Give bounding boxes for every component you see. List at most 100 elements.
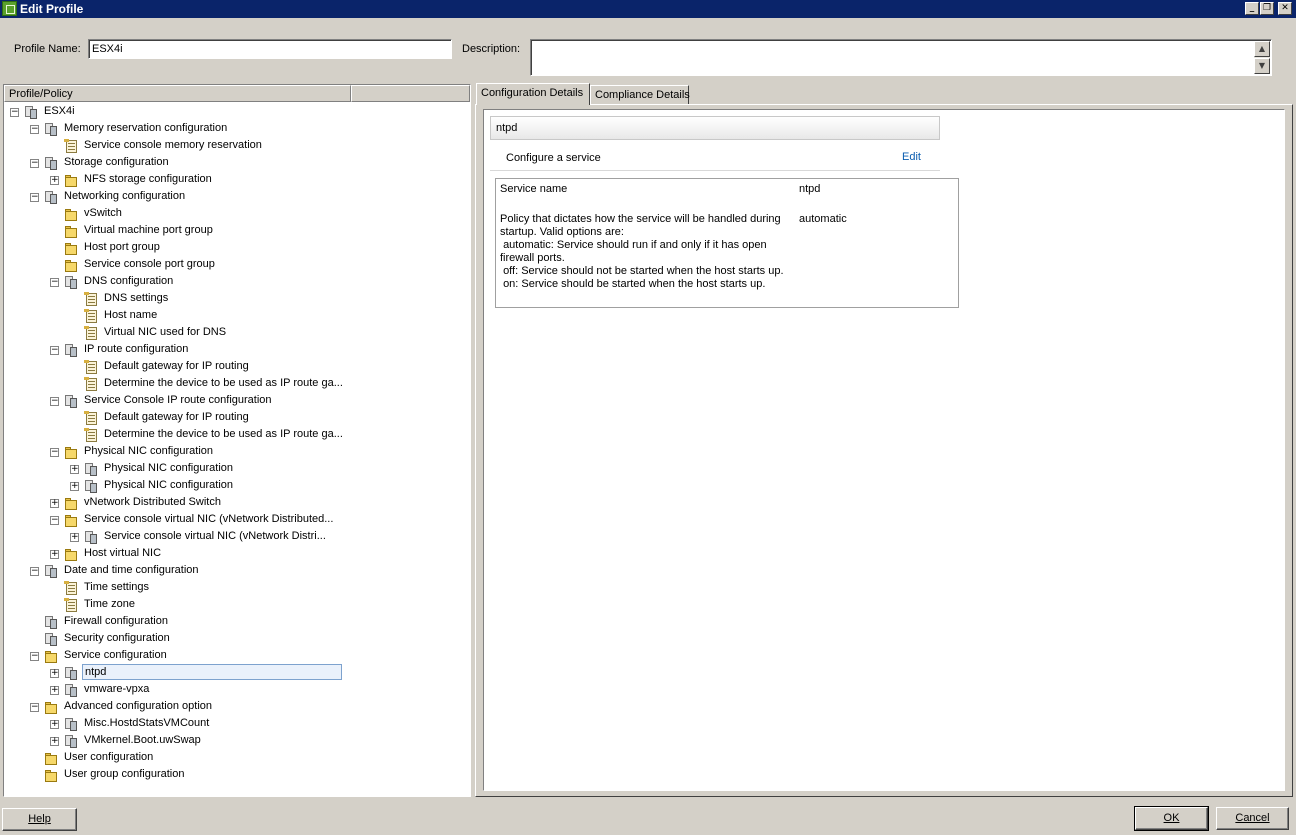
- tree-row[interactable]: Default gateway for IP routing: [4, 410, 470, 427]
- minimize-button[interactable]: _: [1245, 2, 1259, 15]
- collapse-icon[interactable]: −: [50, 397, 59, 406]
- tree-row[interactable]: + vmware-vpxa: [4, 682, 470, 699]
- tree-item-label: Physical NIC configuration: [104, 462, 234, 474]
- policy-icon: [84, 411, 98, 426]
- policy-icon: [64, 139, 78, 154]
- service-details-box: Service name ntpd Policy that dictates h…: [495, 178, 959, 308]
- tree-row[interactable]: − Service console virtual NIC (vNetwork D…: [4, 512, 470, 529]
- scroll-up-icon[interactable]: ▲: [1254, 41, 1270, 57]
- tree-row[interactable]: User configuration: [4, 750, 470, 767]
- collapse-icon[interactable]: −: [50, 448, 59, 457]
- collapse-icon[interactable]: −: [30, 193, 39, 202]
- profile-icon: [44, 156, 58, 171]
- expand-icon[interactable]: +: [70, 465, 79, 474]
- divider: [490, 170, 940, 171]
- tree-row[interactable]: Service console memory reservation: [4, 138, 470, 155]
- collapse-icon[interactable]: −: [50, 346, 59, 355]
- tree-row[interactable]: Determine the device to be used as IP ro…: [4, 427, 470, 444]
- tree-row[interactable]: − DNS configuration: [4, 274, 470, 291]
- close-button[interactable]: ✕: [1278, 2, 1292, 15]
- policy-icon: [84, 428, 98, 443]
- tree-row[interactable]: + VMkernel.Boot.uwSwap: [4, 733, 470, 750]
- tree-row[interactable]: + ntpd: [4, 664, 470, 682]
- tree-row[interactable]: + Service console virtual NIC (vNetwork D…: [4, 529, 470, 546]
- profile-name-field[interactable]: [88, 39, 452, 59]
- tree-row[interactable]: − Networking configuration: [4, 189, 470, 206]
- expand-icon[interactable]: +: [50, 176, 59, 185]
- tree-row[interactable]: − ESX4i: [4, 104, 470, 121]
- tree-item-label: Virtual machine port group: [84, 224, 213, 236]
- expand-icon[interactable]: +: [50, 499, 59, 508]
- column-header-profile-policy[interactable]: Profile/Policy: [4, 85, 351, 102]
- tree-row[interactable]: Host name: [4, 308, 470, 325]
- tree-row[interactable]: Default gateway for IP routing: [4, 359, 470, 376]
- ok-button[interactable]: OK: [1134, 806, 1209, 831]
- service-name-key: Service name: [500, 183, 568, 195]
- tree-row[interactable]: − IP route configuration: [4, 342, 470, 359]
- scroll-down-icon[interactable]: ▼: [1254, 58, 1270, 74]
- column-header-blank[interactable]: [351, 85, 470, 102]
- tree-row[interactable]: + vNetwork Distributed Switch: [4, 495, 470, 512]
- profile-icon: [44, 615, 58, 630]
- tree-row[interactable]: vSwitch: [4, 206, 470, 223]
- collapse-icon[interactable]: −: [30, 703, 39, 712]
- expand-icon[interactable]: +: [70, 533, 79, 542]
- expand-icon[interactable]: +: [50, 737, 59, 746]
- tree-row[interactable]: DNS settings: [4, 291, 470, 308]
- expand-icon[interactable]: +: [50, 550, 59, 559]
- tree-row[interactable]: Determine the device to be used as IP ro…: [4, 376, 470, 393]
- app-icon: [2, 1, 17, 16]
- tree-row[interactable]: − Memory reservation configuration: [4, 121, 470, 138]
- restore-button[interactable]: ❐: [1260, 2, 1274, 15]
- tree-row[interactable]: − Service configuration: [4, 648, 470, 665]
- collapse-icon[interactable]: −: [30, 652, 39, 661]
- tree-row[interactable]: Time zone: [4, 597, 470, 614]
- tree-row[interactable]: Virtual NIC used for DNS: [4, 325, 470, 342]
- tree-row[interactable]: + NFS storage configuration: [4, 172, 470, 189]
- edit-link[interactable]: Edit: [902, 151, 921, 163]
- profile-tree-panel[interactable]: Profile/Policy − ESX4i − Memory reservation…: [3, 84, 471, 797]
- details-inner: ntpd Configure a service Edit Service na…: [483, 109, 1285, 791]
- description-field[interactable]: ▲ ▼: [530, 39, 1272, 76]
- tree-item-label: NFS storage configuration: [84, 173, 212, 185]
- expand-icon[interactable]: +: [50, 686, 59, 695]
- collapse-icon[interactable]: −: [10, 108, 19, 117]
- collapse-icon[interactable]: −: [50, 516, 59, 525]
- tree-row[interactable]: Firewall configuration: [4, 614, 470, 631]
- description-scrollbar[interactable]: ▲ ▼: [1254, 41, 1270, 74]
- profile-name-input[interactable]: [89, 40, 451, 58]
- tree-row[interactable]: + Host virtual NIC: [4, 546, 470, 563]
- tree-row[interactable]: − Date and time configuration: [4, 563, 470, 580]
- cancel-button[interactable]: Cancel: [1216, 807, 1289, 830]
- expand-icon[interactable]: +: [50, 669, 59, 678]
- tree-row[interactable]: Host port group: [4, 240, 470, 257]
- help-button[interactable]: Help: [2, 808, 77, 831]
- tree-row[interactable]: − Storage configuration: [4, 155, 470, 172]
- expand-icon[interactable]: +: [50, 720, 59, 729]
- window-title: Edit Profile: [20, 2, 84, 16]
- tree-row[interactable]: Service console port group: [4, 257, 470, 274]
- tree-row[interactable]: User group configuration: [4, 767, 470, 784]
- tree-row[interactable]: Time settings: [4, 580, 470, 597]
- tree-row[interactable]: + Physical NIC configuration: [4, 461, 470, 478]
- tree-row[interactable]: + Misc.HostdStatsVMCount: [4, 716, 470, 733]
- collapse-icon[interactable]: −: [50, 278, 59, 287]
- description-input[interactable]: [531, 40, 1251, 75]
- collapse-icon[interactable]: −: [30, 159, 39, 168]
- collapse-icon[interactable]: −: [30, 125, 39, 134]
- tree-row[interactable]: + Physical NIC configuration: [4, 478, 470, 495]
- folder-icon: [64, 258, 78, 273]
- tree-row[interactable]: − Advanced configuration option: [4, 699, 470, 716]
- tree-row[interactable]: Security configuration: [4, 631, 470, 648]
- tree-row[interactable]: − Service Console IP route configuration: [4, 393, 470, 410]
- tree-row[interactable]: Virtual machine port group: [4, 223, 470, 240]
- profile-icon: [64, 683, 78, 698]
- expand-icon[interactable]: +: [70, 482, 79, 491]
- tree-header: Profile/Policy: [4, 85, 470, 102]
- tree-row[interactable]: − Physical NIC configuration: [4, 444, 470, 461]
- tree-item-label: Security configuration: [64, 632, 170, 644]
- tab-compliance-details[interactable]: Compliance Details: [590, 85, 690, 105]
- tab-configuration-details[interactable]: Configuration Details: [476, 83, 590, 105]
- collapse-icon[interactable]: −: [30, 567, 39, 576]
- tree-item-label: Virtual NIC used for DNS: [104, 326, 227, 338]
